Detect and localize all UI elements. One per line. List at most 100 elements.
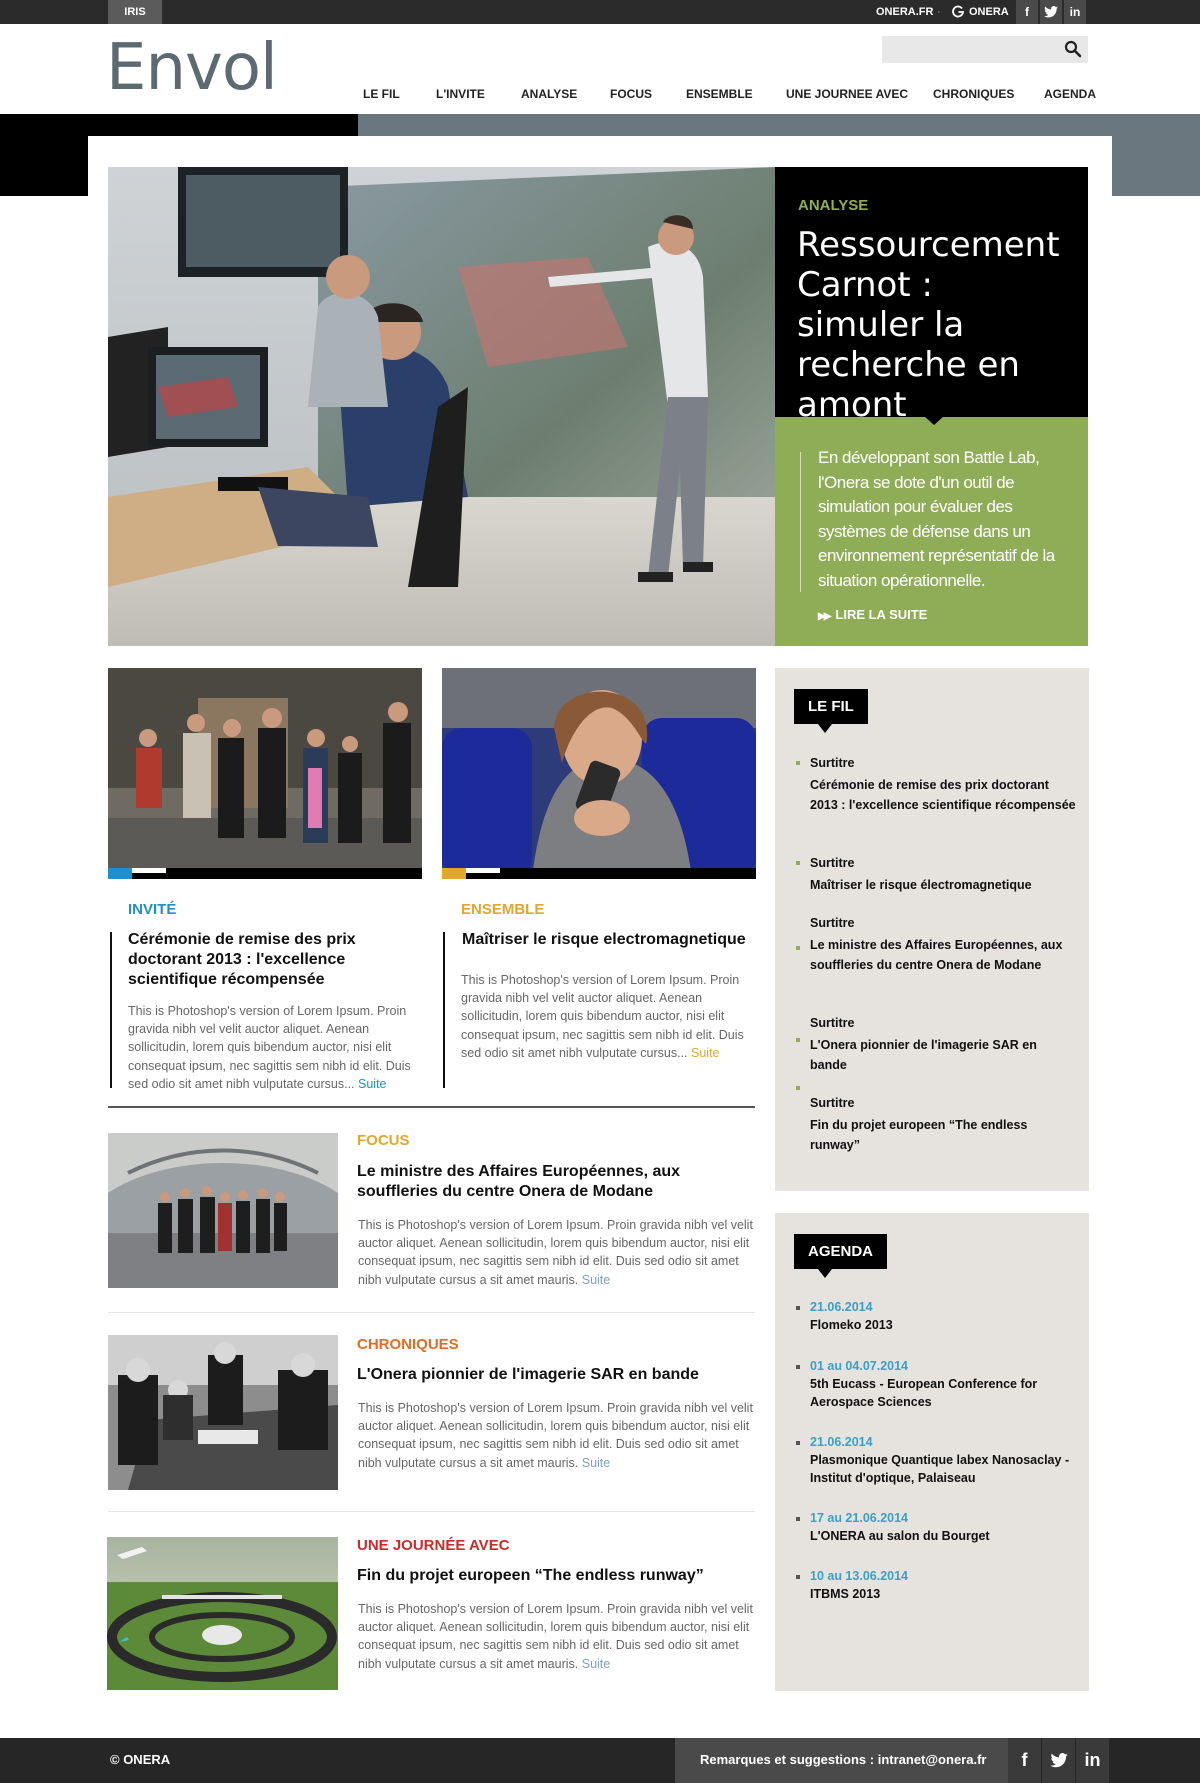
- article-journee-photo[interactable]: [107, 1537, 338, 1690]
- nav-focus[interactable]: FOCUS: [610, 87, 652, 101]
- article-journee-category[interactable]: UNE JOURNÉE AVEC: [357, 1537, 510, 1554]
- search-box: [882, 36, 1088, 63]
- list-bullet: [796, 1306, 800, 1310]
- card-invite-suite-link[interactable]: Suite: [358, 1077, 387, 1091]
- nav-ensemble[interactable]: ENSEMBLE: [686, 87, 753, 101]
- site-logo[interactable]: Envol: [106, 36, 278, 100]
- iris-link[interactable]: IRIS: [108, 0, 162, 24]
- banner-band-black: [88, 114, 358, 136]
- le-fil-item-surtitre: Surtitre: [810, 916, 855, 930]
- agenda-item[interactable]: 21.06.2014 Plasmonique Quantique labex N…: [796, 1435, 1081, 1487]
- le-fil-heading[interactable]: LE FIL: [794, 689, 868, 724]
- agenda-item-title[interactable]: L'ONERA au salon du Bourget: [810, 1527, 1081, 1545]
- read-more-label: LIRE LA SUITE: [835, 607, 928, 622]
- hero-photo[interactable]: [108, 167, 775, 646]
- card-divider-line: [443, 932, 445, 1088]
- article-chroniques-photo[interactable]: [108, 1335, 338, 1490]
- footer-linkedin-icon[interactable]: in: [1076, 1738, 1109, 1783]
- le-fil-item-surtitre: Surtitre: [810, 856, 855, 870]
- footer-facebook-icon[interactable]: f: [1008, 1738, 1041, 1783]
- le-fil-item-surtitre: Surtitre: [810, 1096, 855, 1110]
- agenda-item[interactable]: 17 au 21.06.2014 L'ONERA au salon du Bou…: [796, 1511, 1081, 1545]
- agenda-item-date: 01 au 04.07.2014: [810, 1359, 908, 1373]
- le-fil-item[interactable]: Surtitre Le ministre des Affaires Europé…: [796, 916, 1076, 975]
- agenda-item-title[interactable]: Plasmonique Quantique labex Nanosaclay -…: [810, 1451, 1081, 1487]
- topbar-separator: ·: [937, 6, 941, 18]
- article-focus-suite-link[interactable]: Suite: [582, 1273, 611, 1287]
- le-fil-item[interactable]: Surtitre Cérémonie de remise des prix do…: [796, 756, 1076, 815]
- card-ensemble-photo[interactable]: [442, 668, 756, 879]
- agenda-item-date: 21.06.2014: [810, 1435, 873, 1449]
- le-fil-item-surtitre: Surtitre: [810, 756, 855, 770]
- agenda-item[interactable]: 21.06.2014 Flomeko 2013: [796, 1300, 1081, 1334]
- section-divider: [108, 1106, 755, 1108]
- hero-title[interactable]: Ressourcement Carnot : simuler la recher…: [797, 225, 1067, 425]
- list-bullet: [796, 1517, 800, 1521]
- le-fil-heading-arrow: [818, 724, 832, 733]
- list-bullet: [796, 861, 800, 865]
- facebook-icon[interactable]: f: [1016, 0, 1038, 24]
- card-divider-line: [110, 932, 112, 1088]
- article-chroniques-suite-link[interactable]: Suite: [582, 1456, 611, 1470]
- list-bullet: [796, 946, 800, 950]
- le-fil-item[interactable]: Surtitre Maîtriser le risque électromagn…: [796, 856, 1076, 896]
- list-bullet: [796, 1365, 800, 1369]
- le-fil-item-title[interactable]: Cérémonie de remise des prix doctorant 2…: [810, 776, 1076, 815]
- article-focus-category[interactable]: FOCUS: [357, 1132, 410, 1149]
- le-fil-item-title[interactable]: Maîtriser le risque électromagnetique: [810, 876, 1076, 896]
- article-journee-suite-link[interactable]: Suite: [582, 1657, 611, 1671]
- agenda-heading[interactable]: AGENDA: [794, 1234, 888, 1269]
- nav-agenda[interactable]: AGENDA: [1044, 87, 1096, 101]
- article-journee-title[interactable]: Fin du projet europeen “The endless runw…: [357, 1566, 747, 1586]
- list-bullet: [796, 1086, 800, 1090]
- agenda-item[interactable]: 10 au 13.06.2014 ITBMS 2013: [796, 1569, 1081, 1603]
- card-ensemble-category[interactable]: ENSEMBLE: [461, 901, 544, 918]
- footer-twitter-icon[interactable]: [1042, 1738, 1075, 1783]
- article-chroniques-category[interactable]: CHRONIQUES: [357, 1336, 459, 1353]
- linkedin-icon[interactable]: in: [1064, 0, 1086, 24]
- le-fil-item-title[interactable]: Fin du projet europeen “The endless runw…: [810, 1116, 1076, 1155]
- list-bullet: [796, 1575, 800, 1579]
- main-nav: LE FIL L'INVITE ANALYSE FOCUS ENSEMBLE U…: [363, 87, 1096, 103]
- agenda-item-date: 17 au 21.06.2014: [810, 1511, 908, 1525]
- article-focus-photo[interactable]: [108, 1133, 338, 1288]
- le-fil-item-title[interactable]: Le ministre des Affaires Européennes, au…: [810, 936, 1076, 975]
- twitter-icon[interactable]: [1040, 0, 1062, 24]
- list-bullet: [796, 761, 800, 765]
- footer-feedback-link[interactable]: Remarques et suggestions : intranet@oner…: [700, 1752, 986, 1767]
- nav-une-journee-avec[interactable]: UNE JOURNEE AVEC: [786, 87, 908, 101]
- search-input[interactable]: [882, 36, 1058, 63]
- hero-category[interactable]: ANALYSE: [798, 197, 868, 214]
- agenda-item-title[interactable]: ITBMS 2013: [810, 1585, 1081, 1603]
- agenda-item-title[interactable]: 5th Eucass - European Conference for Aer…: [810, 1375, 1081, 1411]
- card-invite-excerpt: This is Photoshop's version of Lorem Ips…: [128, 1002, 426, 1093]
- agenda-item-date: 10 au 13.06.2014: [810, 1569, 908, 1583]
- nav-chroniques[interactable]: CHRONIQUES: [933, 87, 1014, 101]
- article-chroniques-title[interactable]: L'Onera pionnier de l'imagerie SAR en ba…: [357, 1365, 747, 1385]
- hero-summary: En développant son Battle Lab, l'Onera s…: [818, 448, 1055, 590]
- article-chroniques-body: This is Photoshop's version of Lorem Ips…: [358, 1401, 753, 1470]
- card-invite-photo[interactable]: [108, 668, 422, 879]
- search-icon[interactable]: [1064, 40, 1082, 58]
- onera-logo-icon[interactable]: [951, 5, 965, 19]
- onera-link[interactable]: ONERA: [969, 0, 1009, 24]
- card-invite-category[interactable]: INVITÉ: [128, 901, 176, 918]
- nav-le-fil[interactable]: LE FIL: [363, 87, 400, 101]
- card-invite-title[interactable]: Cérémonie de remise des prix doctorant 2…: [128, 930, 428, 990]
- read-more-link[interactable]: ▶▶ LIRE LA SUITE: [818, 607, 927, 622]
- le-fil-item[interactable]: Surtitre Fin du projet europeen “The end…: [796, 1086, 1076, 1155]
- nav-analyse[interactable]: ANALYSE: [521, 87, 577, 101]
- le-fil-item[interactable]: Surtitre L'Onera pionnier de l'imagerie …: [796, 1016, 1076, 1075]
- card-ensemble-excerpt: This is Photoshop's version of Lorem Ips…: [461, 971, 757, 1062]
- agenda-item-title[interactable]: Flomeko 2013: [810, 1316, 1081, 1334]
- onera-fr-link[interactable]: ONERA.FR: [876, 0, 933, 24]
- card-ensemble-title[interactable]: Maîtriser le risque electromagnetique: [462, 930, 752, 950]
- agenda-item[interactable]: 01 au 04.07.2014 5th Eucass - European C…: [796, 1359, 1081, 1411]
- nav-linvite[interactable]: L'INVITE: [436, 87, 485, 101]
- list-bullet: [796, 1038, 800, 1042]
- footer-copyright: © ONERA: [110, 1752, 171, 1767]
- le-fil-item-surtitre: Surtitre: [810, 1016, 855, 1030]
- le-fil-item-title[interactable]: L'Onera pionnier de l'imagerie SAR en ba…: [810, 1036, 1076, 1075]
- article-focus-title[interactable]: Le ministre des Affaires Européennes, au…: [357, 1162, 717, 1202]
- card-ensemble-suite-link[interactable]: Suite: [691, 1046, 720, 1060]
